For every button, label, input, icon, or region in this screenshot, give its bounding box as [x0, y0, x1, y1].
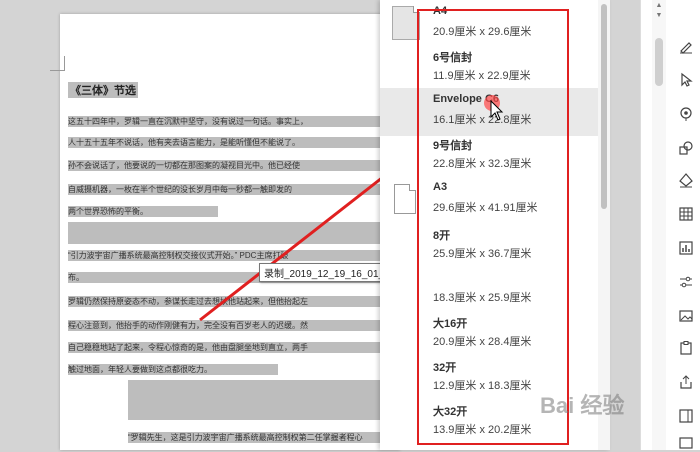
mouse-cursor-icon	[490, 100, 504, 121]
chevron-up-icon[interactable]: ▲	[654, 2, 664, 9]
shapes-icon[interactable]	[676, 138, 696, 158]
baidu-watermark: Bai 经验	[540, 388, 690, 428]
document-title[interactable]: 《三体》节选	[68, 82, 138, 98]
document-line[interactable]: 人十五十五年不说话，他有夹去语言能力，是能听懂但不能说了。	[68, 137, 380, 148]
document-line[interactable]: 自己稳稳地站了起来，令程心惊奇的是，他由盘腿坐地到直立，两手	[68, 342, 380, 353]
clipboard-icon[interactable]	[676, 338, 696, 358]
scrollbar-thumb[interactable]	[655, 38, 663, 86]
side-scrollbar[interactable]: ▲ ▼	[652, 0, 666, 450]
document-line[interactable]: “罗辑先生，这是引力波宇宙广播系统最高控制权第二任掌握者程心	[128, 432, 380, 443]
fill-icon[interactable]	[676, 170, 696, 190]
dropdown-scrollbar[interactable]	[598, 0, 610, 450]
blank-region	[68, 222, 380, 244]
page-icon	[394, 184, 416, 214]
scrollbar-thumb[interactable]	[601, 4, 607, 209]
watermark-logo: Bai 经验	[540, 393, 625, 418]
margin-corner-mark	[50, 56, 65, 71]
blank-region	[218, 200, 380, 222]
document-line[interactable]: 孙不会说话了，他要说的一切都在那图案的凝视目光中。他已经使	[68, 160, 380, 171]
image-icon[interactable]	[676, 306, 696, 326]
document-line[interactable]: 自威摄机器，一枚在半个世纪的没长岁月中每一秒都一触即发的	[68, 184, 380, 195]
cursor-icon[interactable]	[676, 70, 696, 90]
export-icon[interactable]	[676, 432, 696, 452]
annotation-highlight-box	[417, 9, 569, 445]
document-line[interactable]: 罗辑仍然保持原姿态不动，参谋长走过去想扶他站起来，但他抬起左	[68, 296, 380, 307]
document-line[interactable]: 这五十四年中，罗辑一直在沉默中坚守，没有说过一句话。事实上，	[68, 116, 380, 127]
chart-icon[interactable]	[676, 238, 696, 258]
document-line[interactable]: 程心注意到，他抬手的动作刚健有力，完全没有百岁老人的迟缓。然	[68, 320, 380, 331]
pen-icon[interactable]	[676, 36, 696, 56]
chevron-down-icon[interactable]: ▼	[654, 12, 664, 19]
document-line[interactable]: 两个世界恐怖的平衡。	[68, 206, 218, 217]
blank-region	[128, 380, 380, 420]
sliders-icon[interactable]	[676, 272, 696, 292]
table-icon[interactable]	[676, 204, 696, 224]
document-line[interactable]: “引力波宇宙广播系统最高控制权交接仪式开始。” PDC主席打破	[68, 250, 380, 261]
page-icon	[392, 6, 420, 40]
document-line[interactable]: 触过地面，年轻人要做到这点都很吃力。	[68, 364, 278, 375]
location-icon[interactable]	[676, 104, 696, 124]
